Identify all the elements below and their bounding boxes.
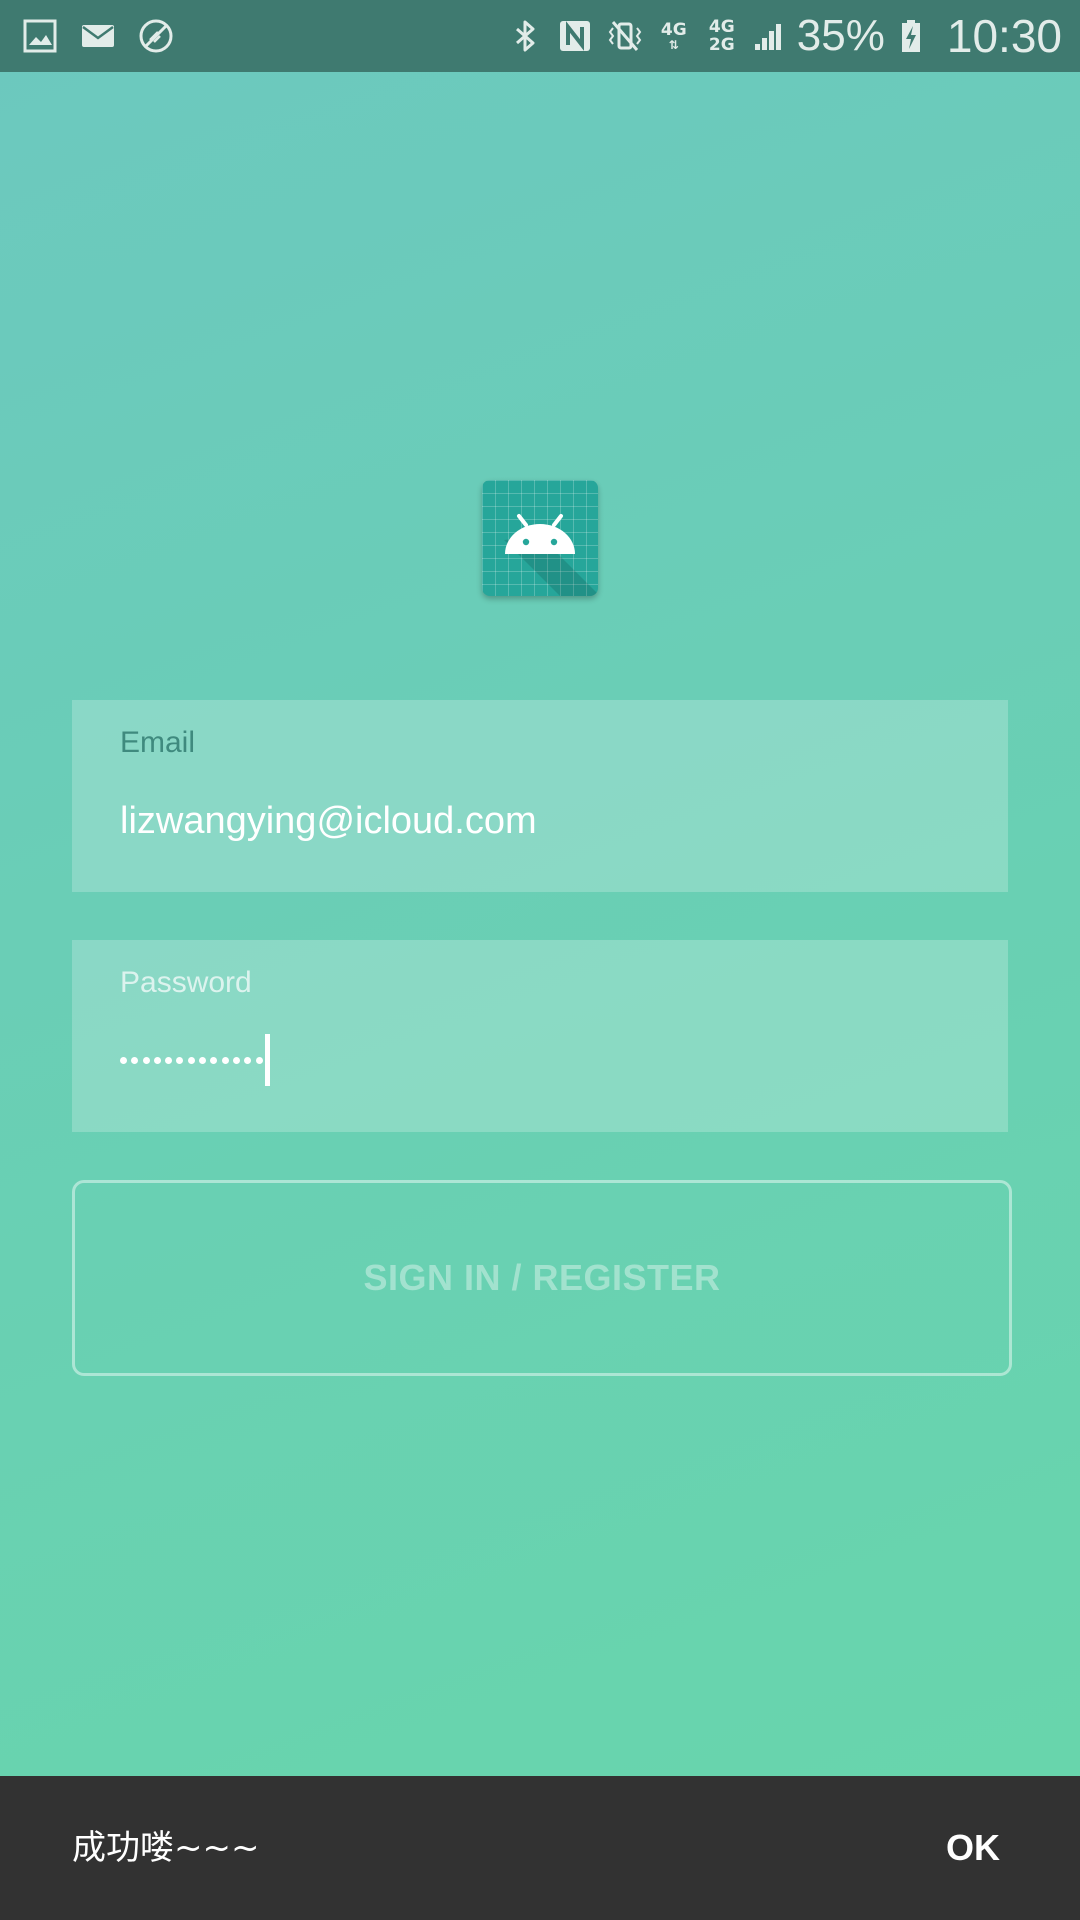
clock: 10:30 (946, 10, 1062, 62)
snackbar: 成功喽~~~ OK (0, 1776, 1080, 1920)
signal-icon (753, 18, 783, 54)
password-dot (187, 1056, 195, 1064)
status-bar: 4G ⇅ 4G 2G 35% 10:30 (0, 0, 1080, 72)
password-dot (165, 1056, 173, 1064)
email-input[interactable]: lizwangying@icloud.com (120, 800, 537, 843)
password-dot (176, 1056, 184, 1064)
sign-in-register-button[interactable]: SIGN IN / REGISTER (72, 1180, 1012, 1376)
no-data-icon (138, 18, 174, 54)
snackbar-ok-button[interactable]: OK (946, 1776, 1000, 1920)
app-logo-icon (482, 480, 598, 596)
gallery-icon (22, 18, 58, 54)
system-icons: 4G ⇅ 4G 2G 35% 10:30 (507, 0, 1062, 72)
password-dot (244, 1056, 252, 1064)
snackbar-message: 成功喽~~~ (72, 1828, 260, 1868)
email-field[interactable]: Email lizwangying@icloud.com (72, 700, 1008, 892)
vibrate-icon (607, 18, 643, 54)
mail-icon (80, 18, 116, 54)
password-dot (232, 1056, 240, 1064)
password-dot (255, 1056, 263, 1064)
email-label: Email (120, 726, 196, 759)
password-dot (153, 1056, 161, 1064)
network-type-2-top: 4G (708, 17, 735, 37)
password-dot (199, 1056, 207, 1064)
password-label: Password (120, 966, 252, 999)
nfc-icon (557, 18, 593, 54)
password-input[interactable] (120, 1034, 270, 1086)
network-4g-label: 4G ⇅ (657, 21, 691, 51)
notification-icons (22, 18, 174, 54)
password-dot (142, 1056, 150, 1064)
password-dot (120, 1056, 127, 1064)
text-cursor (264, 1034, 270, 1086)
password-field[interactable]: Password (72, 940, 1008, 1132)
screen: 4G ⇅ 4G 2G 35% 10:30 Email lizwangying@i… (0, 0, 1080, 1920)
password-dot (221, 1056, 229, 1064)
network-type-2-bottom: 2G (708, 35, 735, 55)
battery-percent: 35% (796, 11, 885, 60)
password-dot (210, 1056, 218, 1064)
data-activity-icon: ⇅ (668, 38, 679, 52)
password-dot (131, 1056, 139, 1064)
sign-in-register-label: SIGN IN / REGISTER (363, 1257, 721, 1298)
battery-charging-icon (899, 18, 923, 54)
network-dual-label: 4G 2G (705, 18, 739, 54)
bluetooth-icon (507, 18, 543, 54)
network-type-1: 4G (660, 20, 687, 40)
